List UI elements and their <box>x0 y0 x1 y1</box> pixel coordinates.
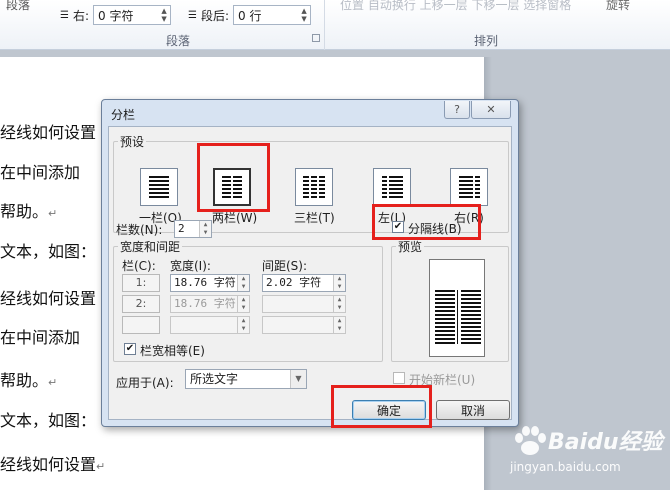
preset-three-columns[interactable]: 三栏(T) <box>294 168 335 226</box>
highlight-ok-button <box>331 385 432 428</box>
presets-label: 预设 <box>118 133 147 150</box>
column-number: 1: <box>122 274 160 292</box>
arrange-faded-items: 位置 自动换行 上移一层 下移一层 选择窗格 <box>340 0 572 12</box>
columns-dialog: 分栏 ? ✕ 预设 一栏(O) 两栏(W) 三栏(T) 左(L) 右(R) 栏数… <box>101 99 519 427</box>
num-columns-spinner[interactable]: 2 ▲ ▼ <box>174 220 212 238</box>
right-indent-icon: ☰ <box>60 9 69 21</box>
spinner-arrows-icon[interactable]: ▲ ▼ <box>199 221 211 237</box>
space-after-spinner[interactable]: 0 行 ▲ ▼ <box>233 5 312 25</box>
preview-page <box>429 259 485 357</box>
column-width-value: 18.76 字符 <box>174 276 236 289</box>
spinner-arrows-icon: ▲ ▼ <box>237 317 249 333</box>
column-width-input: 18.76 字符 ▲ ▼ <box>170 295 250 313</box>
one-column-icon <box>140 168 178 206</box>
column-number <box>122 316 160 334</box>
spinner-arrows-icon[interactable]: ▲ ▼ <box>333 275 345 291</box>
preview-group: 预览 <box>391 238 509 362</box>
preview-column <box>461 290 481 344</box>
close-icon: ✕ <box>486 103 496 116</box>
chevron-down-icon[interactable]: ▼ <box>290 370 306 388</box>
watermark-url: jingyan.baidu.com <box>510 460 621 474</box>
width-spacing-group: 宽度和间距 栏(C): 宽度(I): 间距(S): 1: 18.76 字符 ▲ ▼… <box>113 238 383 362</box>
equal-width-label[interactable]: 栏宽相等(E) <box>140 342 205 359</box>
doc-line: 帮助。↵ <box>0 371 58 390</box>
spinner-arrows-icon[interactable]: ▲ ▼ <box>237 275 249 291</box>
three-columns-icon <box>295 168 333 206</box>
column-width-value: 18.76 字符 <box>174 297 236 310</box>
space-after-value: 0 行 <box>238 8 262 23</box>
right-indent-value: 0 字符 <box>98 8 134 23</box>
paragraph-dialog-launcher-icon[interactable] <box>312 34 320 42</box>
space-after-icon: ☰ <box>188 9 197 21</box>
highlight-separator <box>372 204 481 240</box>
dialog-body: 预设 一栏(O) 两栏(W) 三栏(T) 左(L) 右(R) 栏数(N): 2 … <box>108 126 512 420</box>
doc-line: 文本，如图： <box>0 411 97 430</box>
preset-label: 三栏(T) <box>294 211 335 225</box>
highlight-two-columns <box>197 143 270 212</box>
num-columns-label: 栏数(N): <box>116 223 163 237</box>
width-header: 宽度(I): <box>170 259 211 273</box>
watermark: Baidu经验 jingyan.baidu.com <box>508 420 668 486</box>
right-indent-spinner[interactable]: 0 字符 ▲ ▼ <box>93 5 172 25</box>
column-number: 2: <box>122 295 160 313</box>
preview-separator <box>457 290 458 344</box>
spinner-arrows-icon: ▲ ▼ <box>333 296 345 312</box>
left-column-icon <box>373 168 411 206</box>
column-spacing-value: 2.02 字符 <box>266 276 322 289</box>
spinner-arrows-icon[interactable]: ▲ ▼ <box>158 7 170 23</box>
column-width-input: ▲ ▼ <box>170 316 250 334</box>
cancel-button[interactable]: 取消 <box>436 400 510 420</box>
preset-one-column[interactable]: 一栏(O) <box>139 168 182 226</box>
spinner-arrows-icon[interactable]: ▲ ▼ <box>298 7 310 23</box>
rotate-button-label[interactable]: 旋转 <box>606 0 630 13</box>
preview-column <box>435 290 455 344</box>
column-spacing-input: ▲ ▼ <box>262 316 346 334</box>
group-divider <box>324 0 325 50</box>
space-after-label: 段后: <box>200 8 230 23</box>
paragraph-group-label: 段落 <box>166 34 191 48</box>
preview-label: 预览 <box>396 238 425 255</box>
doc-line: 经线如何设置↵ <box>0 455 106 474</box>
right-indent-control: ☰ 右: 0 字符 ▲ ▼ <box>60 5 172 25</box>
right-column-icon <box>450 168 488 206</box>
col-header: 栏(C): <box>122 259 156 273</box>
equal-width-checkbox[interactable]: ✔ <box>124 343 136 355</box>
arrange-group-label: 排列 <box>474 34 499 48</box>
doc-line: 帮助。↵ <box>0 202 58 221</box>
check-icon: ✔ <box>125 343 135 354</box>
column-spacing-input: ▲ ▼ <box>262 295 346 313</box>
doc-line: 文本，如图： <box>0 242 97 261</box>
column-width-input[interactable]: 18.76 字符 ▲ ▼ <box>170 274 250 292</box>
apply-to-select[interactable]: 所选文字 ▼ <box>185 369 307 389</box>
width-spacing-label: 宽度和间距 <box>118 238 183 255</box>
apply-to-label: 应用于(A): <box>116 376 174 390</box>
help-button[interactable]: ? <box>444 101 470 119</box>
ribbon-partial-label: 段落 <box>6 0 31 12</box>
num-columns-value: 2 <box>178 222 185 235</box>
column-spacing-input[interactable]: 2.02 字符 ▲ ▼ <box>262 274 346 292</box>
close-button[interactable]: ✕ <box>471 101 511 119</box>
doc-line: 经线如何设置 <box>0 289 97 308</box>
apply-to-value: 所选文字 <box>190 372 239 386</box>
doc-line: 在中间添加 <box>0 328 81 347</box>
new-column-checkbox[interactable] <box>393 372 405 384</box>
paw-logo-icon <box>515 426 546 455</box>
dialog-title: 分栏 <box>111 108 136 122</box>
space-after-control: ☰ 段后: 0 行 ▲ ▼ <box>188 5 312 25</box>
watermark-brand: Baidu经验 <box>548 430 663 455</box>
spinner-arrows-icon: ▲ ▼ <box>333 317 345 333</box>
doc-line: 经线如何设置 <box>0 123 97 142</box>
right-indent-label: 右: <box>72 8 90 23</box>
ribbon: 段落 ☰ 右: 0 字符 ▲ ▼ ☰ 段后: 0 行 ▲ ▼ 段落 位置 自动换行 … <box>0 0 670 50</box>
spacing-header: 间距(S): <box>262 259 308 273</box>
doc-line: 在中间添加 <box>0 163 81 182</box>
spinner-arrows-icon: ▲ ▼ <box>237 296 249 312</box>
